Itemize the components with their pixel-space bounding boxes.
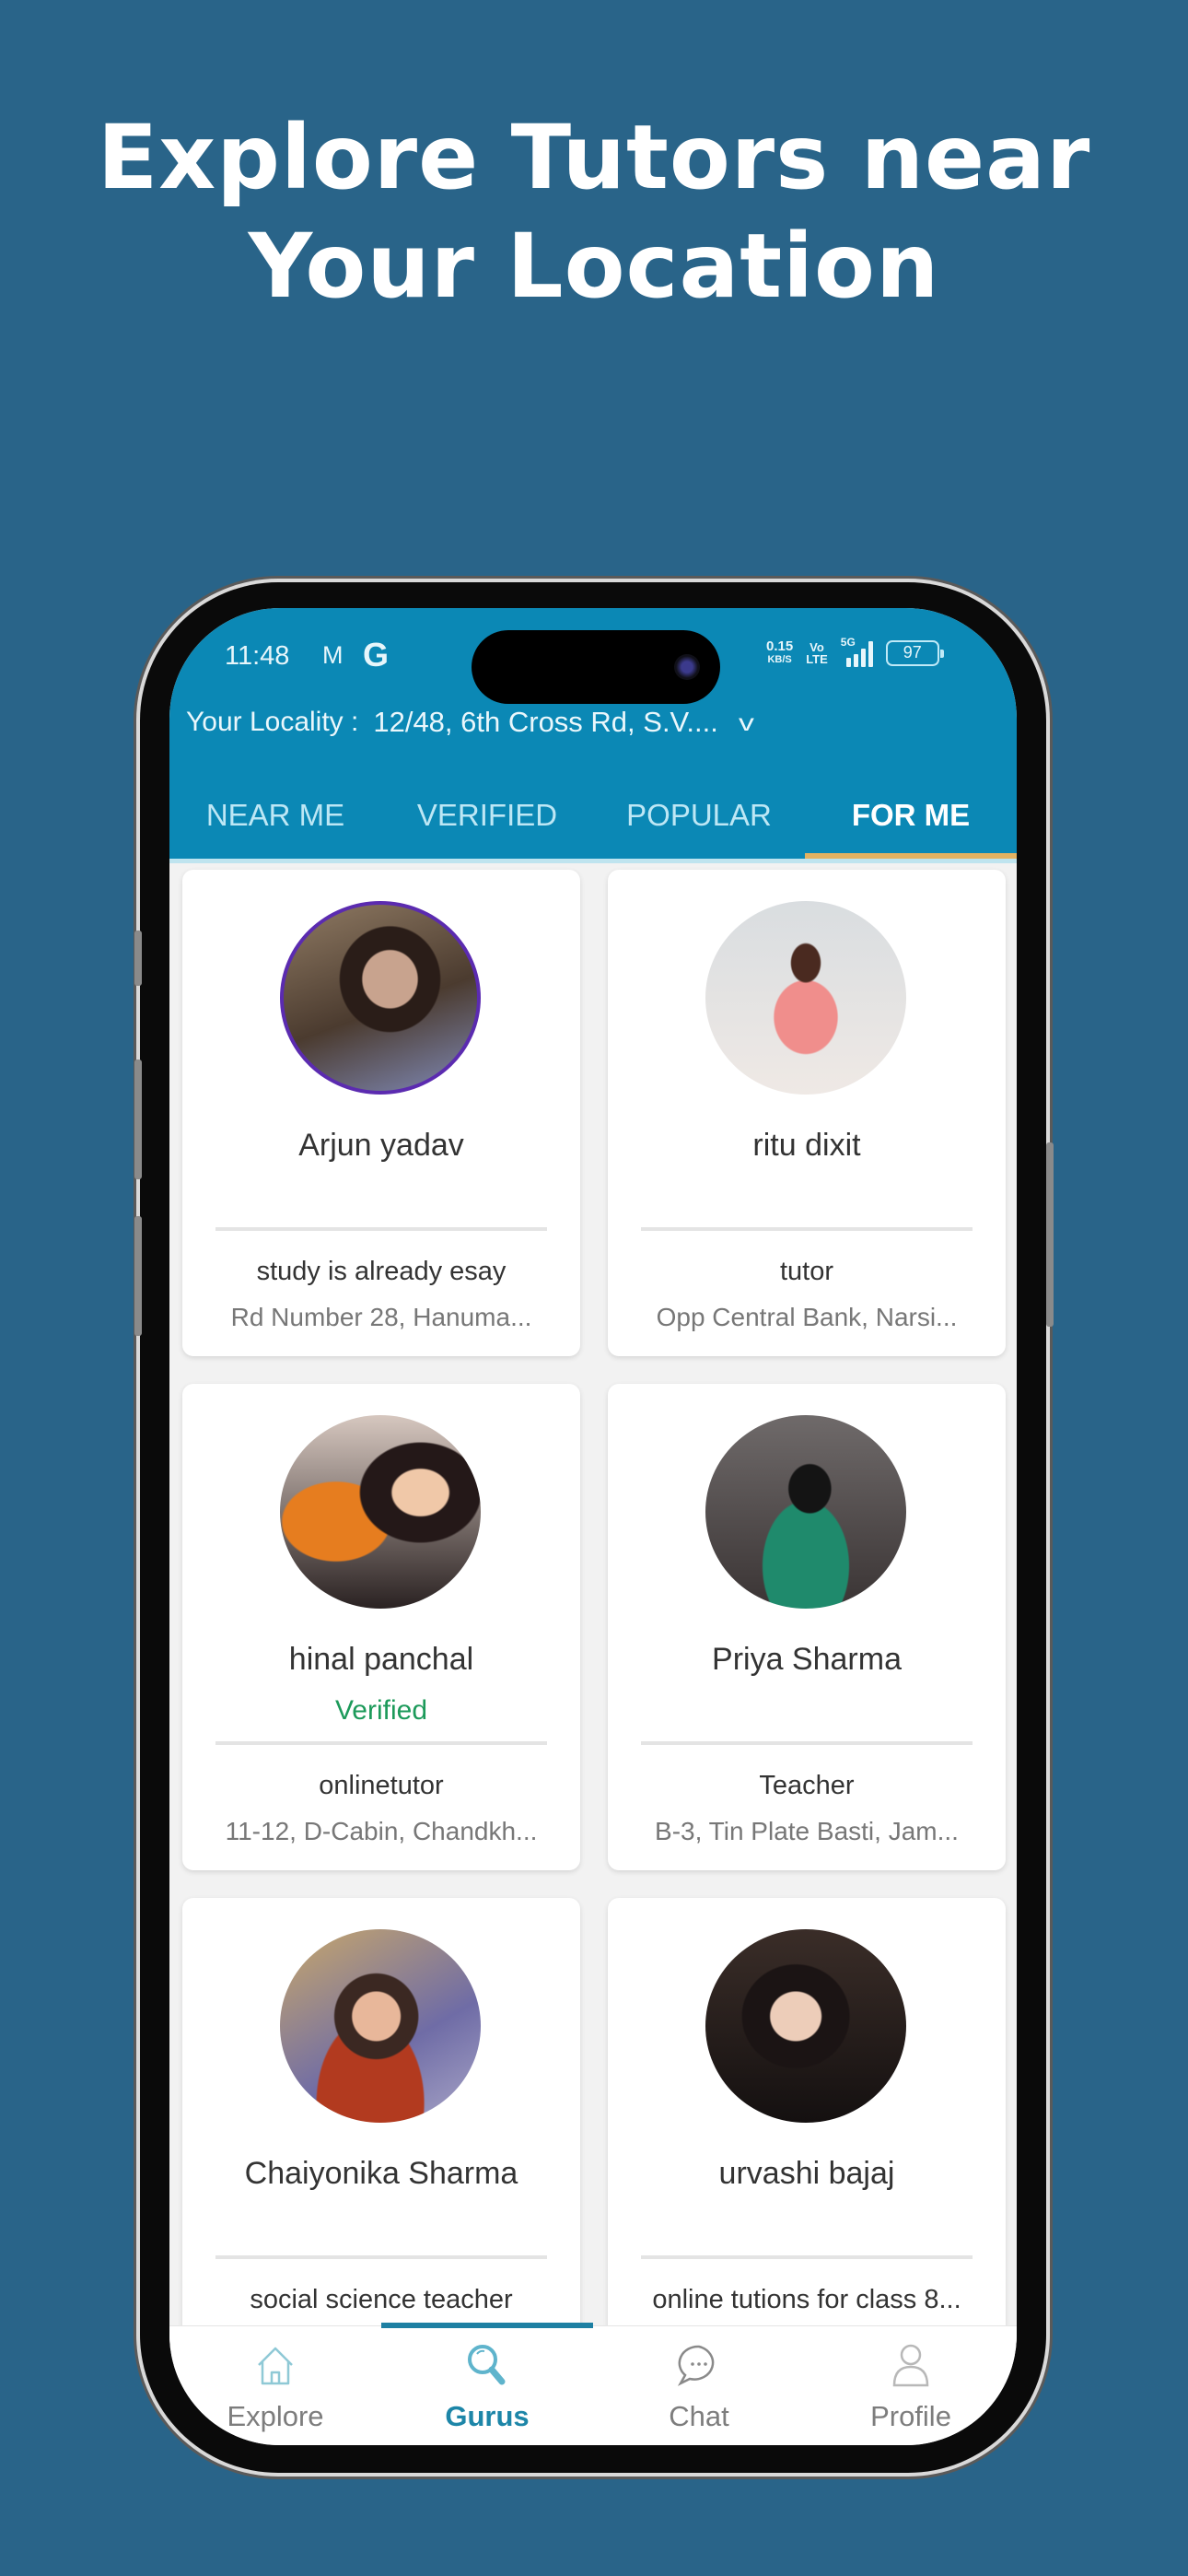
nav-chat[interactable]: Chat: [593, 2326, 805, 2445]
app-header: 11:48 M G 0.15 KB/S Vo LTE 5G 97 Your Lo…: [169, 608, 1017, 859]
tutor-title: Teacher: [759, 1771, 855, 1800]
tab-popular[interactable]: POPULAR: [593, 772, 805, 859]
avatar: [280, 1929, 481, 2123]
nav-label: Explore: [227, 2400, 324, 2432]
nav-gurus[interactable]: Gurus: [381, 2323, 593, 2445]
tutor-title: study is already esay: [256, 1257, 507, 1286]
bottom-nav: Explore Gurus Chat Profile: [169, 2323, 1017, 2445]
chevron-down-icon[interactable]: v: [739, 708, 754, 737]
camera-icon: [674, 654, 700, 680]
promo-headline: Explore Tutors near Your Location: [0, 103, 1188, 321]
tab-for-me[interactable]: FOR ME: [805, 772, 1017, 859]
status-indicators: 0.15 KB/S Vo LTE 5G 97: [766, 636, 944, 667]
tutor-card[interactable]: hinal panchal Verified onlinetutor 11-12…: [182, 1384, 580, 1870]
tutor-name: urvashi bajaj: [718, 2156, 895, 2191]
tutor-address: Rd Number 28, Hanuma...: [230, 1303, 532, 1331]
phone-volume-up: [134, 1060, 142, 1179]
phone-volume-down: [134, 1216, 142, 1336]
volte-icon: Vo LTE: [806, 640, 828, 666]
verified-badge: Verified: [334, 1695, 428, 1726]
headline-line-1: Explore Tutors near: [97, 106, 1091, 209]
battery-icon: 97: [885, 640, 944, 666]
nav-profile[interactable]: Profile: [805, 2326, 1017, 2445]
tutor-title: online tutions for class 8...: [652, 2285, 961, 2314]
tutor-grid: Arjun yadav study is already esay Rd Num…: [182, 870, 1006, 2384]
tab-bar: NEAR ME VERIFIED POPULAR FOR ME: [169, 772, 1017, 859]
nav-label: Profile: [870, 2400, 951, 2432]
tutor-title: tutor: [779, 1257, 834, 1286]
dynamic-island: [472, 630, 720, 704]
tutor-address: 11-12, D-Cabin, Chandkh...: [225, 1817, 538, 1845]
tab-verified[interactable]: VERIFIED: [381, 772, 593, 859]
phone-side-button: [134, 931, 142, 986]
nav-label: Gurus: [445, 2400, 530, 2432]
headline-line-2: Your Location: [248, 215, 940, 318]
divider: [215, 2255, 547, 2259]
locality-label: Your Locality :: [186, 707, 359, 737]
home-icon: [258, 2347, 293, 2385]
header-divider: [169, 859, 1017, 863]
phone-screen: 11:48 M G 0.15 KB/S Vo LTE 5G 97 Your Lo…: [169, 608, 1017, 2445]
divider: [641, 1741, 973, 1745]
tutor-card[interactable]: ritu dixit tutor Opp Central Bank, Narsi…: [608, 870, 1006, 1356]
locality-selector[interactable]: Your Locality : 12/48, 6th Cross Rd, S.V…: [186, 706, 754, 739]
tutor-address: B-3, Tin Plate Basti, Jam...: [655, 1817, 959, 1845]
google-icon: G: [363, 636, 390, 673]
nav-label: Chat: [669, 2400, 729, 2432]
divider: [215, 1227, 547, 1231]
tutor-name: Arjun yadav: [298, 1128, 464, 1163]
avatar: [705, 1929, 906, 2123]
nav-explore[interactable]: Explore: [169, 2326, 381, 2445]
signal-icon: 5G: [841, 636, 873, 667]
tutor-name: hinal panchal: [288, 1642, 474, 1677]
tutor-title: onlinetutor: [319, 1771, 444, 1800]
tutor-address: Opp Central Bank, Narsi...: [656, 1303, 958, 1331]
chat-icon: [677, 2345, 715, 2386]
gmail-icon: M: [322, 641, 344, 669]
avatar: [705, 901, 906, 1095]
divider: [641, 2255, 973, 2259]
status-time: 11:48: [225, 641, 290, 671]
divider: [641, 1227, 973, 1231]
status-bar: 11:48 M G 0.15 KB/S Vo LTE 5G 97: [169, 608, 1017, 704]
tutor-card[interactable]: urvashi bajaj online tutions for class 8…: [608, 1898, 1006, 2384]
network-speed: 0.15 KB/S: [766, 638, 794, 665]
tutor-name: Priya Sharma: [712, 1642, 902, 1677]
tutor-card[interactable]: Arjun yadav study is already esay Rd Num…: [182, 870, 580, 1356]
avatar: [705, 1415, 906, 1609]
tutor-card[interactable]: Priya Sharma Teacher B-3, Tin Plate Bast…: [608, 1384, 1006, 1870]
profile-icon: [892, 2344, 929, 2387]
tab-near-me[interactable]: NEAR ME: [169, 772, 381, 859]
locality-value[interactable]: 12/48, 6th Cross Rd, S.V....: [373, 706, 718, 739]
phone-power-button: [1046, 1142, 1054, 1327]
divider: [215, 1741, 547, 1745]
avatar: [280, 1415, 481, 1609]
tutor-card[interactable]: Chaiyonika Sharma social science teacher: [182, 1898, 580, 2384]
tutor-name: Chaiyonika Sharma: [244, 2156, 518, 2191]
tutor-title: social science teacher: [250, 2285, 513, 2314]
avatar: [280, 901, 481, 1095]
tutor-name: ritu dixit: [752, 1128, 861, 1163]
search-icon: [468, 2345, 506, 2385]
